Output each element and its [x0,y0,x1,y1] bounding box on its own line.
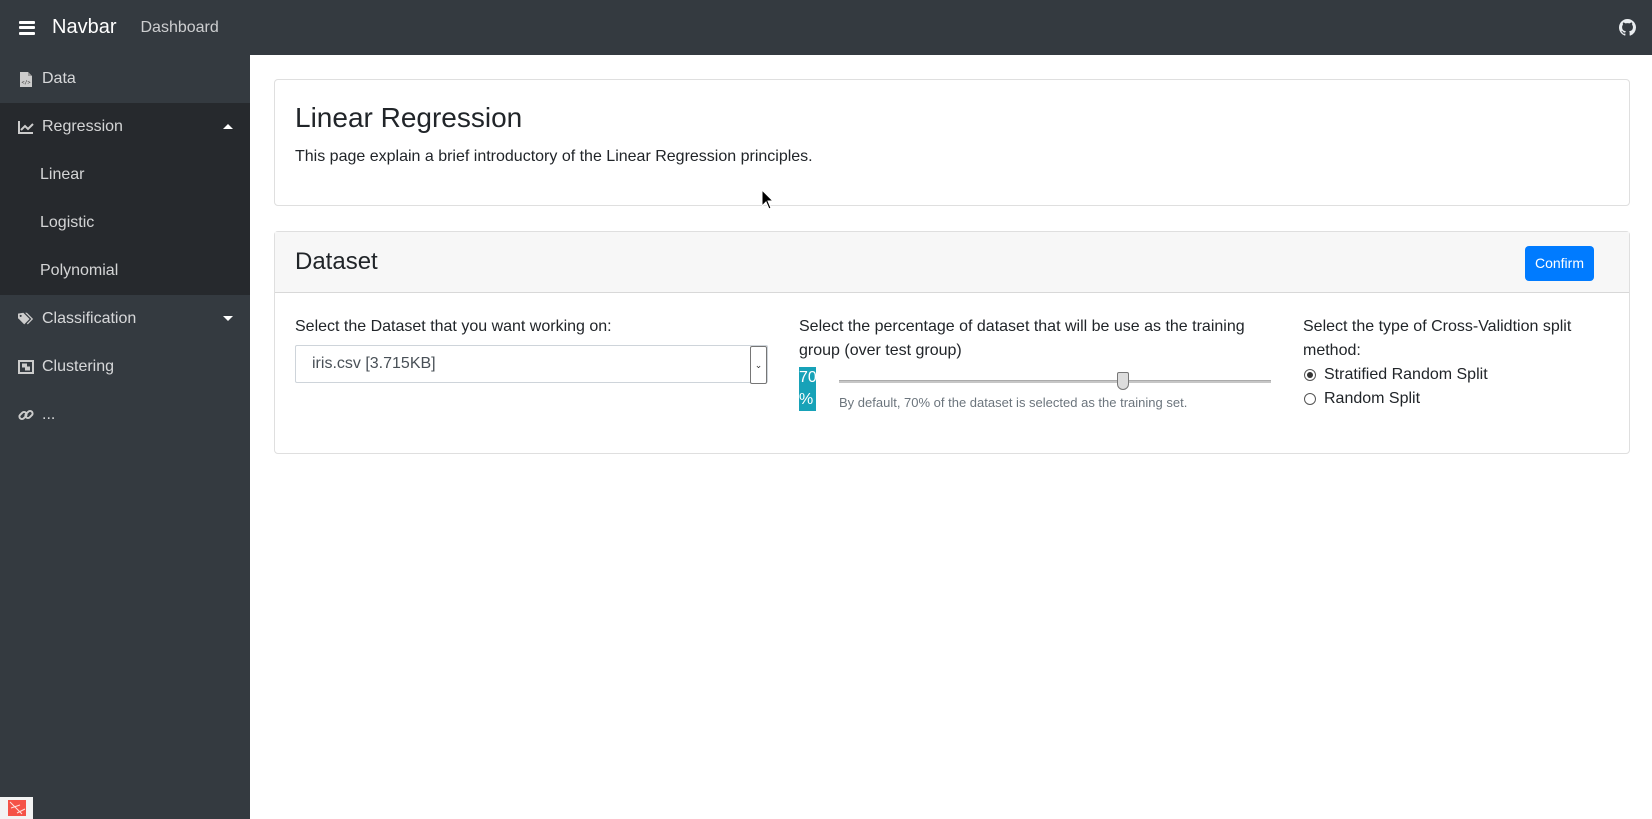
split-value-unit: % [799,391,814,408]
split-value-badge: 70 % [799,367,817,411]
sidebar-item-polynomial[interactable]: Polynomial [0,247,250,295]
dataset-select-label: Select the Dataset that you want working… [295,318,612,335]
slider-thumb[interactable] [1117,372,1130,390]
page-title: Linear Regression [295,102,523,133]
sidebar-item-label: Classification [42,310,137,327]
confirm-button[interactable]: Confirm [1524,246,1594,281]
mouse-cursor-icon [762,190,774,210]
file-code-icon: </> [18,71,34,87]
sidebar-item-label: Linear [40,166,85,183]
cv-method-label: Select the type of Cross-Validtion split… [1303,318,1572,359]
sidebar-item-label: Clustering [42,358,115,375]
caret-down-icon [223,316,233,321]
caret-up-icon [223,124,233,129]
sidebar-item-linear[interactable]: Linear [0,151,250,199]
split-value-number: 70 [799,369,817,386]
page-description: This page explain a brief introductory o… [295,148,813,165]
dataset-title: Dataset [295,248,378,275]
link-icon [18,407,34,423]
github-icon[interactable] [1619,19,1636,36]
chart-line-icon [18,119,34,135]
regression-submenu: Linear Logistic Polynomial [0,151,250,295]
laravel-logo-icon[interactable] [0,797,33,819]
sidebar-item-logistic[interactable]: Logistic [0,199,250,247]
sidebar-item-more[interactable]: ... [0,391,250,439]
sidebar-item-label: Data [42,70,76,87]
sidebar-item-label: Logistic [40,214,95,231]
split-help-text: By default, 70% of the dataset is select… [839,395,1188,410]
radio-button-unchecked[interactable] [1304,393,1316,405]
sidebar-item-label: Regression [42,118,123,135]
dataset-select-value: iris.csv [3.715KB] [312,355,436,372]
sidebar-item-clustering[interactable]: Clustering [0,343,250,391]
radio-label: Stratified Random Split [1324,366,1488,383]
top-navbar: Navbar Dashboard [0,0,1652,55]
radio-button-checked[interactable] [1304,369,1316,381]
hamburger-menu-icon[interactable] [19,20,35,35]
training-split-slider[interactable] [839,372,1271,390]
sidebar-item-label: Polynomial [40,262,119,279]
dataset-card: Dataset Confirm Select the Dataset that … [274,231,1630,454]
dataset-card-header: Dataset Confirm [275,232,1629,293]
sidebar-item-data[interactable]: </> Data [0,55,250,103]
slider-track [839,380,1271,383]
sidebar-item-classification[interactable]: Classification [0,295,250,343]
sidebar-item-regression[interactable]: Regression [0,103,250,151]
chevron-down-icon[interactable]: ⌄ [750,346,767,384]
intro-card: Linear Regression This page explain a br… [274,79,1630,206]
tags-icon [18,311,34,327]
radio-label: Random Split [1324,390,1421,407]
nav-link-dashboard[interactable]: Dashboard [140,19,218,37]
split-label: Select the percentage of dataset that wi… [799,318,1245,359]
sidebar: </> Data Regression Linear Logistic Poly… [0,55,250,819]
radio-stratified-random-split[interactable]: Stratified Random Split [1303,363,1613,387]
object-group-icon [18,359,34,375]
svg-text:</>: </> [22,80,31,86]
radio-random-split[interactable]: Random Split [1303,387,1613,411]
navbar-brand[interactable]: Navbar [52,16,116,39]
dataset-select[interactable]: iris.csv [3.715KB] ⌄ [295,345,768,384]
sidebar-item-label: ... [42,406,56,423]
